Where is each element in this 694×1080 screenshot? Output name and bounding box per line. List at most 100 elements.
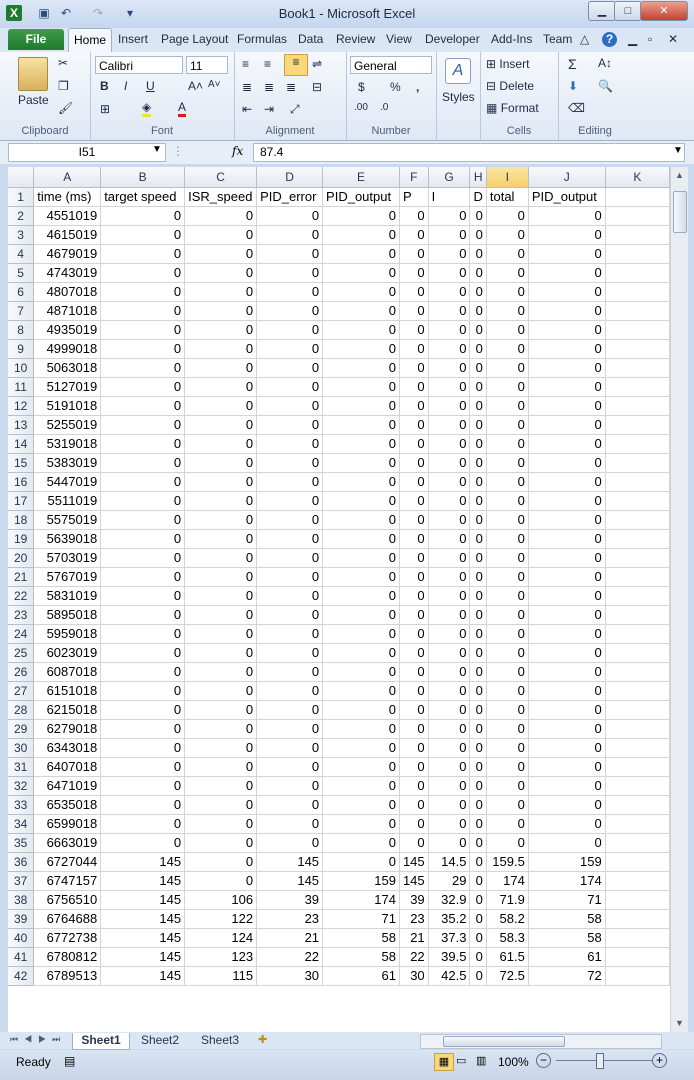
cell[interactable]: 0	[184, 795, 258, 815]
cell[interactable]	[605, 814, 670, 834]
cell[interactable]: 72.5	[486, 966, 529, 986]
cell[interactable]: 5383019	[33, 453, 102, 473]
row-header[interactable]: 26	[8, 662, 35, 682]
cell[interactable]: 0	[322, 396, 400, 416]
font-name-combo[interactable]: Calibri	[95, 56, 183, 74]
cell[interactable]: 23	[399, 909, 429, 929]
cell[interactable]: 0	[469, 852, 487, 872]
cell[interactable]: 22	[256, 947, 324, 967]
cell[interactable]	[605, 472, 670, 492]
cell[interactable]: 0	[322, 510, 400, 530]
cell[interactable]: 0	[428, 681, 471, 701]
minimize-ribbon-icon[interactable]: △	[580, 32, 589, 46]
cell[interactable]: 4935019	[33, 320, 102, 340]
cell[interactable]	[605, 225, 670, 245]
insert-function-button[interactable]: fx	[232, 144, 243, 158]
cell[interactable]: 0	[469, 928, 487, 948]
cell[interactable]: 0	[256, 624, 324, 644]
cell[interactable]: 0	[399, 415, 429, 435]
cell[interactable]: 5191018	[33, 396, 102, 416]
cell[interactable]: 0	[469, 624, 487, 644]
cell[interactable]: 0	[486, 586, 529, 606]
vertical-scroll-thumb[interactable]	[673, 191, 687, 233]
row-header[interactable]: 8	[8, 320, 35, 340]
cell[interactable]: 0	[528, 681, 606, 701]
cell[interactable]: 0	[256, 320, 324, 340]
cell[interactable]: 0	[469, 206, 487, 226]
cell[interactable]: 0	[399, 624, 429, 644]
styles-icon[interactable]: A	[445, 58, 471, 84]
cell[interactable]: 0	[399, 263, 429, 283]
cell[interactable]: 145	[256, 871, 324, 891]
cell[interactable]: 0	[100, 320, 186, 340]
column-header-g[interactable]: G	[428, 167, 471, 188]
cell[interactable]	[605, 662, 670, 682]
cell[interactable]	[605, 947, 670, 967]
cell[interactable]: 145	[399, 871, 429, 891]
cell[interactable]: 0	[100, 814, 186, 834]
cell[interactable]: 0	[322, 244, 400, 264]
cell[interactable]: 0	[428, 472, 471, 492]
cell[interactable]: 0	[528, 510, 606, 530]
cell[interactable]: 0	[322, 624, 400, 644]
fill-icon[interactable]: ⬇	[568, 79, 578, 93]
zoom-slider-track[interactable]	[556, 1060, 652, 1061]
cell[interactable]	[605, 529, 670, 549]
row-header[interactable]: 35	[8, 833, 35, 853]
cell[interactable]: 0	[428, 529, 471, 549]
cell[interactable]: 6663019	[33, 833, 102, 853]
format-cells-button[interactable]: ▦ Format	[486, 101, 539, 115]
cell[interactable]: 0	[322, 548, 400, 568]
find-select-icon[interactable]: 🔍	[598, 79, 613, 93]
header-cell[interactable]: PID_error	[256, 187, 324, 207]
cell[interactable]: 0	[428, 225, 471, 245]
cell[interactable]: 0	[486, 358, 529, 378]
row-header[interactable]: 9	[8, 339, 35, 359]
cell[interactable]: 0	[486, 396, 529, 416]
cell[interactable]: 0	[100, 510, 186, 530]
cell[interactable]: 0	[399, 586, 429, 606]
cell[interactable]: 0	[469, 833, 487, 853]
cell[interactable]: 0	[469, 890, 487, 910]
cell[interactable]: 0	[322, 681, 400, 701]
cell[interactable]: 0	[469, 795, 487, 815]
cell[interactable]: 0	[469, 510, 487, 530]
cell[interactable]: 174	[486, 871, 529, 891]
cell[interactable]: 0	[184, 548, 258, 568]
cell[interactable]: 0	[469, 263, 487, 283]
cell[interactable]	[605, 605, 670, 625]
row-header[interactable]: 3	[8, 225, 35, 245]
cell[interactable]: 5575019	[33, 510, 102, 530]
cell[interactable]: 0	[322, 491, 400, 511]
cell[interactable]: 0	[399, 605, 429, 625]
cell[interactable]: 0	[256, 396, 324, 416]
normal-view-icon[interactable]: ▦	[434, 1053, 454, 1071]
cell[interactable]	[605, 548, 670, 568]
cell[interactable]: 30	[399, 966, 429, 986]
merge-center-icon[interactable]: ⊟	[312, 80, 322, 94]
cell[interactable]: 0	[469, 320, 487, 340]
cell[interactable]: 0	[469, 282, 487, 302]
cell[interactable]: 29	[428, 871, 471, 891]
header-cell[interactable]: ISR_speed	[184, 187, 258, 207]
cell[interactable]: 14.5	[428, 852, 471, 872]
cell[interactable]: 0	[322, 852, 400, 872]
cell[interactable]: 0	[469, 529, 487, 549]
cell[interactable]: 0	[322, 472, 400, 492]
cell[interactable]: 0	[486, 757, 529, 777]
cell[interactable]	[605, 491, 670, 511]
row-header[interactable]: 1	[8, 187, 35, 207]
cell[interactable]: 0	[428, 567, 471, 587]
cell[interactable]: 0	[100, 738, 186, 758]
cell[interactable]: 0	[528, 263, 606, 283]
cell[interactable]: 0	[322, 263, 400, 283]
column-header-b[interactable]: B	[100, 167, 186, 188]
cell[interactable]: 0	[528, 738, 606, 758]
cell[interactable]: 0	[256, 567, 324, 587]
cell[interactable]: 0	[184, 529, 258, 549]
cell[interactable]: 145	[100, 909, 186, 929]
macro-record-icon[interactable]: ▤	[64, 1054, 75, 1068]
cell[interactable]: 0	[528, 814, 606, 834]
cell[interactable]: 0	[100, 624, 186, 644]
cell[interactable]	[605, 415, 670, 435]
